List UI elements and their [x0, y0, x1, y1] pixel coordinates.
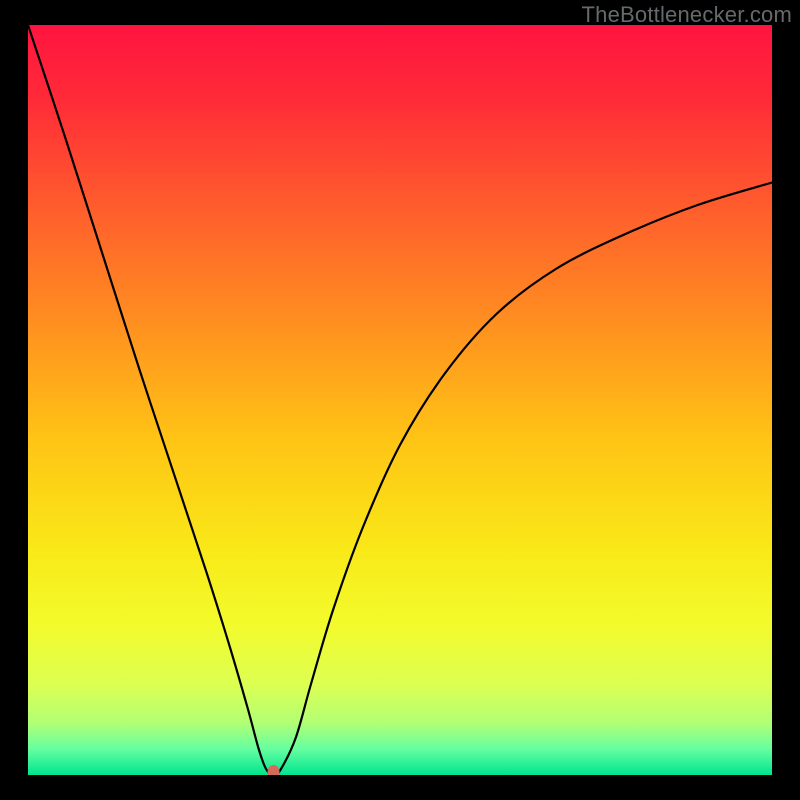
- chart-frame: [28, 25, 772, 775]
- watermark-text: TheBottlenecker.com: [582, 2, 792, 28]
- gradient-background: [28, 25, 772, 775]
- plot-area: [28, 25, 772, 775]
- chart-svg: [28, 25, 772, 775]
